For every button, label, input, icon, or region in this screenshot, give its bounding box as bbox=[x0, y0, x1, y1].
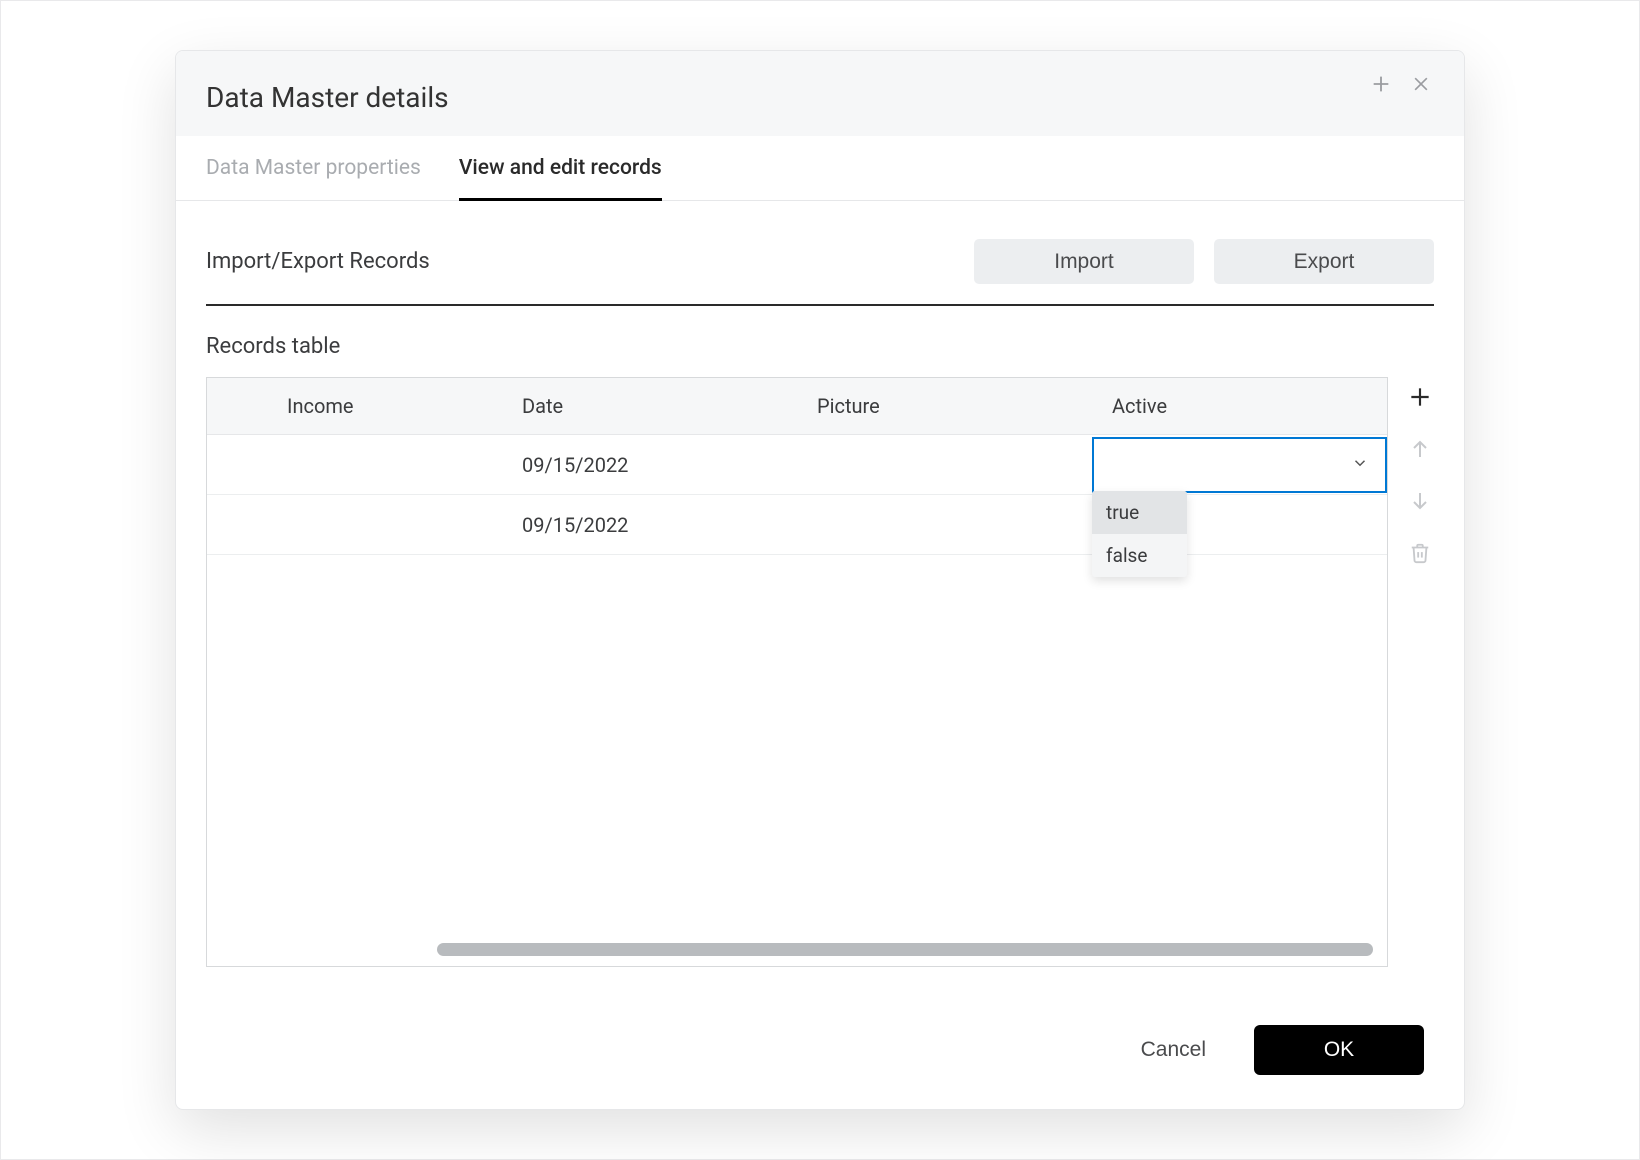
dialog-title: Data Master details bbox=[206, 81, 449, 114]
table-wrap: Income Date Picture Active 09/15/2022 bbox=[206, 377, 1434, 967]
delete-icon[interactable] bbox=[1406, 539, 1434, 567]
dialog-header-actions bbox=[1368, 71, 1434, 97]
ok-button[interactable]: OK bbox=[1254, 1025, 1424, 1075]
col-active[interactable]: Active bbox=[1092, 378, 1387, 435]
move-up-icon[interactable] bbox=[1406, 435, 1434, 463]
records-table-label: Records table bbox=[206, 334, 1434, 359]
horizontal-scrollbar[interactable] bbox=[437, 943, 1373, 956]
add-icon[interactable] bbox=[1368, 71, 1394, 97]
import-export-buttons: Import Export bbox=[974, 239, 1434, 284]
import-button[interactable]: Import bbox=[974, 239, 1194, 284]
col-date[interactable]: Date bbox=[502, 378, 797, 435]
data-master-details-dialog: Data Master details Data Master properti… bbox=[175, 50, 1465, 1110]
table-row[interactable]: 09/15/2022 true false bbox=[207, 435, 1387, 495]
cell-date[interactable]: 09/15/2022 bbox=[502, 495, 797, 555]
import-export-label: Import/Export Records bbox=[206, 249, 430, 274]
table-row[interactable]: 09/15/2022 bbox=[207, 495, 1387, 555]
records-table: Income Date Picture Active 09/15/2022 bbox=[207, 378, 1387, 555]
active-dropdown: true false bbox=[1092, 491, 1187, 577]
close-icon[interactable] bbox=[1408, 71, 1434, 97]
active-select[interactable] bbox=[1092, 437, 1387, 493]
chevron-down-icon bbox=[1351, 453, 1369, 477]
cell-income[interactable] bbox=[207, 435, 502, 495]
cell-active[interactable]: true false bbox=[1092, 435, 1387, 495]
export-button[interactable]: Export bbox=[1214, 239, 1434, 284]
cell-picture[interactable] bbox=[797, 435, 1092, 495]
tab-properties[interactable]: Data Master properties bbox=[206, 136, 421, 201]
tabs: Data Master properties View and edit rec… bbox=[176, 136, 1464, 201]
cell-picture[interactable] bbox=[797, 495, 1092, 555]
col-income[interactable]: Income bbox=[207, 378, 502, 435]
dropdown-option-false[interactable]: false bbox=[1092, 534, 1187, 577]
dialog-content: Import/Export Records Import Export Reco… bbox=[176, 201, 1464, 995]
move-down-icon[interactable] bbox=[1406, 487, 1434, 515]
tab-view-edit-records[interactable]: View and edit records bbox=[459, 136, 662, 201]
table-side-actions bbox=[1406, 377, 1434, 567]
cancel-button[interactable]: Cancel bbox=[1123, 1026, 1224, 1074]
records-table-container: Income Date Picture Active 09/15/2022 bbox=[206, 377, 1388, 967]
dropdown-option-true[interactable]: true bbox=[1092, 491, 1187, 534]
add-row-icon[interactable] bbox=[1406, 383, 1434, 411]
import-export-section: Import/Export Records Import Export bbox=[206, 239, 1434, 306]
table-header-row: Income Date Picture Active bbox=[207, 378, 1387, 435]
dialog-header: Data Master details bbox=[176, 51, 1464, 136]
dialog-footer: Cancel OK bbox=[176, 995, 1464, 1109]
cell-date[interactable]: 09/15/2022 bbox=[502, 435, 797, 495]
cell-income[interactable] bbox=[207, 495, 502, 555]
col-picture[interactable]: Picture bbox=[797, 378, 1092, 435]
